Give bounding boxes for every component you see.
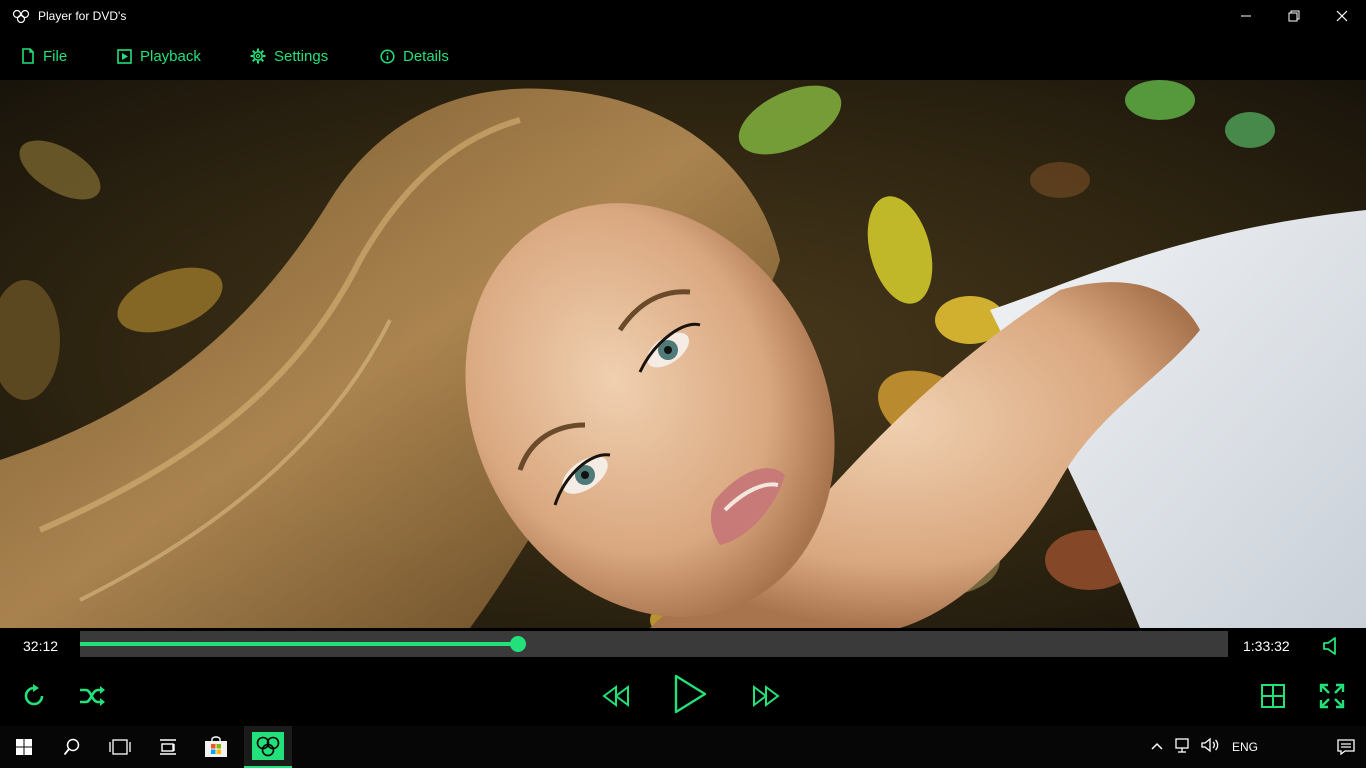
seek-progress bbox=[80, 642, 518, 646]
repeat-icon bbox=[24, 684, 44, 706]
volume-button[interactable] bbox=[1320, 634, 1346, 658]
shuffle-icon bbox=[80, 686, 105, 706]
volume-tray-button[interactable] bbox=[1200, 737, 1220, 758]
action-center-button[interactable] bbox=[1326, 726, 1366, 768]
video-still-image bbox=[0, 80, 1366, 628]
news-icon bbox=[160, 739, 176, 755]
play-button[interactable] bbox=[668, 672, 712, 716]
seek-bar[interactable] bbox=[80, 631, 1228, 657]
menu-details-label: Details bbox=[403, 47, 449, 65]
task-view-icon bbox=[109, 739, 131, 755]
playlist-grid-icon bbox=[1261, 684, 1285, 708]
rewind-icon bbox=[602, 685, 629, 707]
search-button[interactable] bbox=[48, 726, 96, 768]
play-icon bbox=[674, 674, 707, 714]
language-indicator[interactable]: ENG bbox=[1232, 740, 1258, 754]
menu-settings-label: Settings bbox=[274, 47, 329, 65]
speaker-icon bbox=[1201, 737, 1219, 752]
action-center-icon bbox=[1337, 739, 1355, 755]
dvd-player-app-icon bbox=[252, 732, 284, 760]
file-icon bbox=[22, 48, 34, 64]
chevron-up-icon bbox=[1151, 742, 1163, 750]
menu-details[interactable]: Details bbox=[380, 32, 449, 80]
window-title: Player for DVD's bbox=[38, 9, 127, 23]
store-icon bbox=[205, 736, 227, 757]
start-button[interactable] bbox=[0, 726, 48, 768]
seek-thumb[interactable] bbox=[509, 636, 526, 652]
info-icon bbox=[380, 48, 395, 64]
network-button[interactable] bbox=[1174, 737, 1192, 758]
system-tray bbox=[1150, 726, 1220, 768]
rewind-button[interactable] bbox=[598, 680, 634, 712]
playback-controls bbox=[0, 664, 1366, 726]
speaker-icon bbox=[1323, 637, 1336, 655]
taskbar: ENG bbox=[0, 726, 1366, 768]
close-button[interactable] bbox=[1318, 0, 1366, 32]
news-button[interactable] bbox=[144, 726, 192, 768]
fast-forward-button[interactable] bbox=[748, 680, 784, 712]
menu-bar: File Playback Settings Details bbox=[0, 32, 1366, 80]
shuffle-button[interactable] bbox=[76, 680, 108, 712]
playback-icon bbox=[117, 48, 132, 64]
store-button[interactable] bbox=[192, 726, 240, 768]
minimize-button[interactable] bbox=[1222, 0, 1270, 32]
repeat-button[interactable] bbox=[18, 680, 50, 712]
app-logo-icon bbox=[12, 8, 30, 24]
restore-button[interactable] bbox=[1270, 0, 1318, 32]
total-time: 1:33:32 bbox=[1243, 638, 1290, 654]
network-icon bbox=[1175, 737, 1189, 753]
menu-file-label: File bbox=[43, 47, 68, 65]
video-frame[interactable] bbox=[0, 80, 1366, 628]
dvd-player-taskbar-button[interactable] bbox=[244, 726, 292, 768]
menu-settings[interactable]: Settings bbox=[250, 32, 328, 80]
fullscreen-button[interactable] bbox=[1316, 680, 1348, 712]
restore-icon bbox=[1288, 10, 1300, 22]
menu-file[interactable]: File bbox=[21, 32, 67, 80]
minimize-icon bbox=[1241, 15, 1251, 17]
seek-row: 32:12 1:33:32 bbox=[0, 628, 1366, 664]
fullscreen-icon bbox=[1319, 683, 1345, 709]
task-view-button[interactable] bbox=[96, 726, 144, 768]
search-icon bbox=[63, 738, 80, 756]
show-hidden-icons-button[interactable] bbox=[1150, 738, 1164, 756]
close-icon bbox=[1336, 10, 1348, 22]
gear-icon bbox=[250, 48, 266, 64]
windows-start-icon bbox=[16, 739, 32, 755]
fast-forward-icon bbox=[753, 685, 780, 707]
playlist-button[interactable] bbox=[1257, 680, 1289, 712]
menu-playback-label: Playback bbox=[140, 47, 201, 65]
menu-playback[interactable]: Playback bbox=[117, 32, 201, 80]
title-bar: Player for DVD's bbox=[0, 0, 1366, 32]
current-time: 32:12 bbox=[23, 638, 59, 654]
